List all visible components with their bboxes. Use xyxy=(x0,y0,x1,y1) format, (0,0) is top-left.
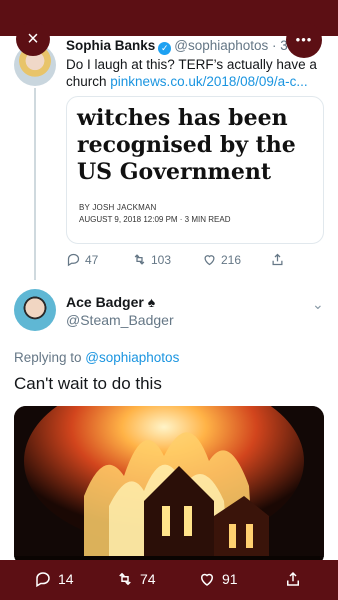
heart-icon xyxy=(200,573,214,586)
tweet-actions: 47 103 216 xyxy=(66,252,296,272)
link-preview-card[interactable]: witches has been recognised by the US Go… xyxy=(66,96,324,244)
author-handle[interactable]: @sophiaphotos · 3d xyxy=(174,38,295,53)
retweet-button[interactable]: 74 xyxy=(116,570,156,588)
thread-connector-line xyxy=(34,88,36,280)
avatar[interactable] xyxy=(14,289,56,331)
close-icon: × xyxy=(27,28,39,50)
card-byline: BY JOSH JACKMAN xyxy=(79,203,157,212)
author-handle[interactable]: @Steam_Badger xyxy=(66,312,174,328)
reply-button[interactable]: 47 xyxy=(66,252,98,267)
reply-icon xyxy=(67,253,80,267)
spade-icon: ♠ xyxy=(147,294,156,310)
retweet-count: 74 xyxy=(140,571,156,587)
chevron-down-icon[interactable]: ⌄ xyxy=(312,296,324,313)
share-icon xyxy=(272,253,283,266)
close-button[interactable]: × xyxy=(16,22,50,56)
share-button[interactable] xyxy=(270,252,285,267)
like-button[interactable]: 91 xyxy=(198,570,238,588)
like-count: 216 xyxy=(221,252,242,267)
share-button[interactable] xyxy=(284,570,302,588)
author-name-text: Ace Badger xyxy=(66,294,144,310)
bottom-action-bar: 14 74 91 xyxy=(0,560,338,600)
author-name[interactable]: Ace Badger ♠ xyxy=(66,294,155,310)
reply-count: 14 xyxy=(58,571,74,587)
reply-icon xyxy=(36,572,50,588)
card-title: witches has been recognised by the US Go… xyxy=(77,105,296,185)
tweet-text: Can't wait to do this xyxy=(14,374,162,393)
like-button[interactable]: 216 xyxy=(202,252,241,267)
retweet-icon xyxy=(134,254,145,265)
burning-church-image xyxy=(14,406,324,566)
reply-button[interactable]: 14 xyxy=(34,570,74,588)
replying-to-handle[interactable]: @sophiaphotos xyxy=(85,350,179,365)
heart-icon xyxy=(204,255,215,266)
tweet-media[interactable] xyxy=(14,406,324,566)
retweet-button[interactable]: 103 xyxy=(132,252,171,267)
tweet-text: Do I laugh at this? TERF’s actually have… xyxy=(66,56,328,90)
retweet-count: 103 xyxy=(151,252,172,267)
replying-prefix: Replying to xyxy=(14,350,86,365)
like-count: 91 xyxy=(222,571,238,587)
tweet-link[interactable]: pinknews.co.uk/2018/08/09/a-c... xyxy=(110,74,307,89)
author-name[interactable]: Sophia Banks xyxy=(66,38,155,53)
retweet-icon xyxy=(119,572,131,586)
reply-count: 47 xyxy=(85,252,99,267)
card-date: AUGUST 9, 2018 12:09 PM · 3 MIN READ xyxy=(79,215,231,224)
replying-to: Replying to @sophiaphotos xyxy=(14,350,179,365)
more-options-button[interactable]: ••• xyxy=(286,22,322,58)
verified-badge-icon: ✓ xyxy=(158,42,172,55)
share-icon xyxy=(287,571,299,586)
more-icon: ••• xyxy=(295,32,313,47)
